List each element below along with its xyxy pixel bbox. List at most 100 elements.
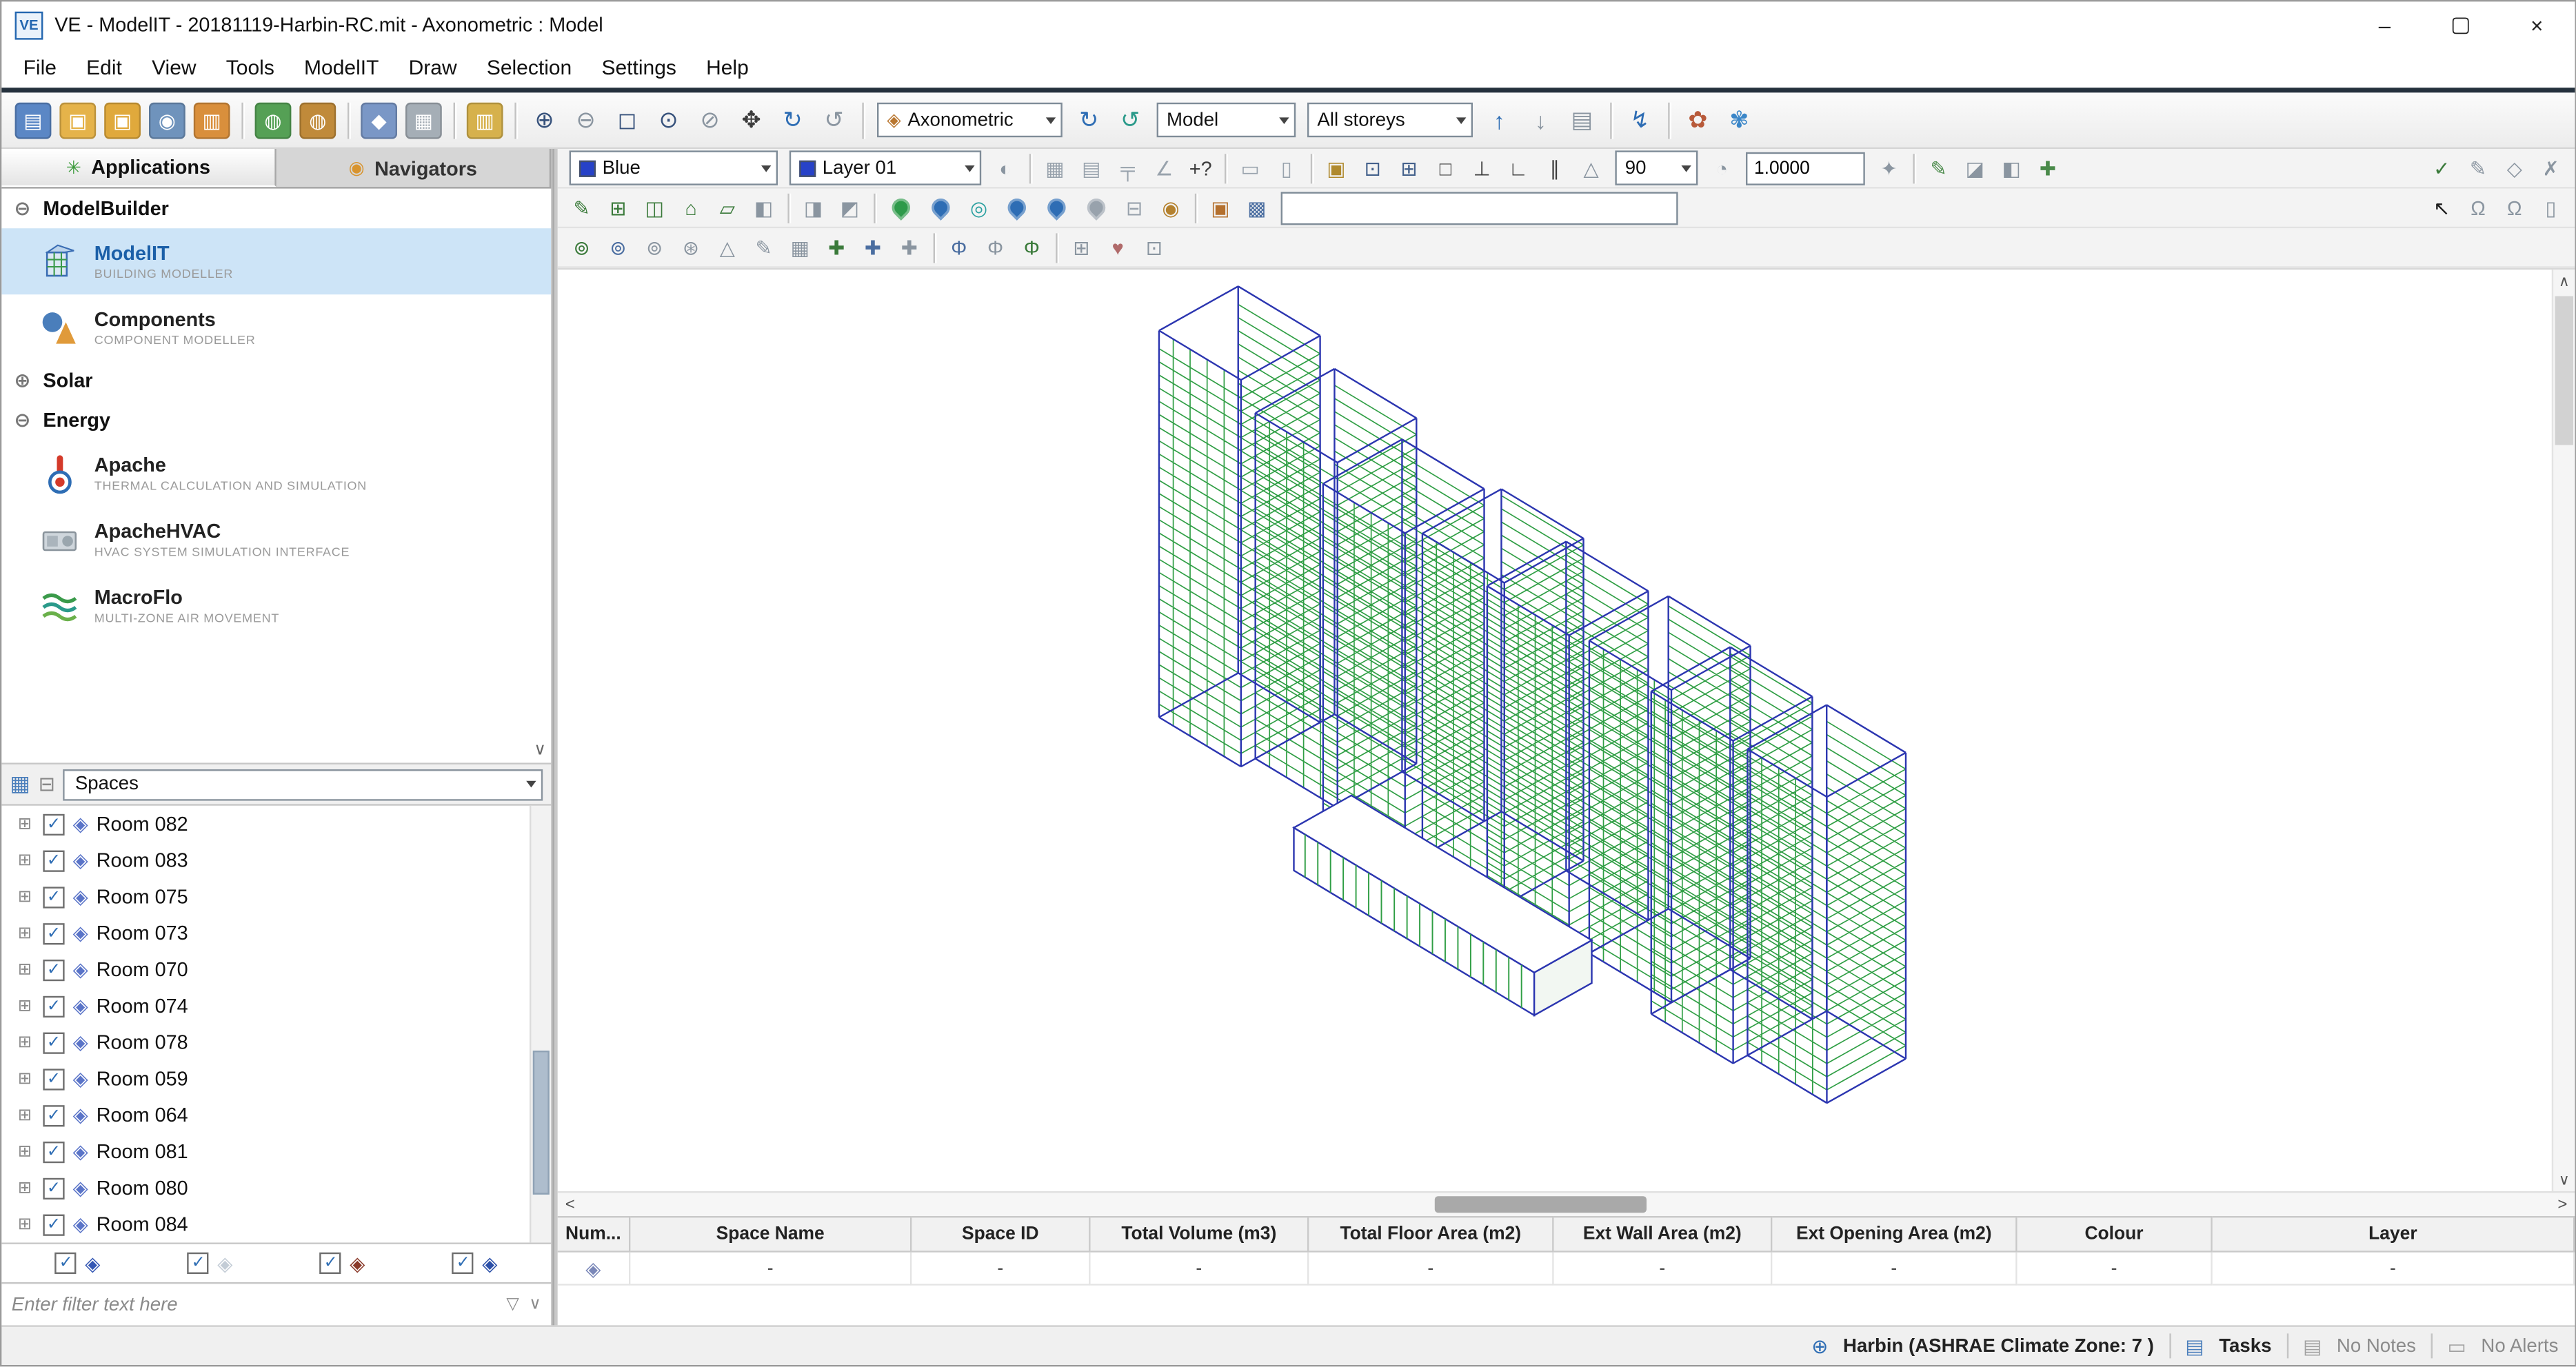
assign-zone-icon[interactable]: ⊚ — [601, 231, 635, 264]
construction-lines-icon[interactable]: ◇ — [2497, 152, 2532, 185]
minimize-button[interactable]: – — [2346, 1, 2422, 48]
summary-icon[interactable]: ⊞ — [1064, 231, 1098, 264]
expand-icon[interactable]: ⊞ — [15, 1033, 35, 1051]
pin-number-icon[interactable]: ◎ — [961, 191, 996, 224]
place-pin-blue[interactable] — [928, 195, 954, 221]
save-model-icon[interactable]: ◉ — [149, 102, 185, 139]
room-checkbox[interactable]: ✓ — [43, 922, 64, 944]
stamp-b-icon[interactable]: ▩ — [1240, 191, 1274, 224]
web-resources-icon[interactable]: ◍ — [299, 102, 336, 139]
draw-prism-icon[interactable]: ⊞ — [601, 191, 635, 224]
room-row[interactable]: ⊞✓◈Room 082 — [1, 806, 551, 842]
notes-status[interactable]: No Notes — [2337, 1336, 2416, 1356]
menu-settings[interactable]: Settings — [587, 48, 692, 88]
annotate-icon[interactable]: ✎ — [746, 231, 781, 264]
space-info-icon[interactable]: ⊛ — [674, 231, 708, 264]
draw-roof-icon[interactable]: ⌂ — [674, 191, 708, 224]
remove-pin-gray[interactable] — [1083, 195, 1109, 221]
model-canvas[interactable]: ∧ ∨ — [558, 268, 2575, 1191]
table-row[interactable]: ◈ - - - - - - - - — [558, 1253, 2575, 1286]
archive-icon[interactable]: ▥ — [467, 102, 503, 139]
app-apache[interactable]: Apache THERMAL CALCULATION AND SIMULATIO… — [1, 440, 551, 506]
model-viewport[interactable] — [558, 270, 2575, 1191]
filter-input[interactable] — [12, 1295, 496, 1315]
category-checkbox[interactable]: ✓ — [188, 1253, 209, 1274]
delete-icon[interactable]: ▯ — [2533, 191, 2568, 224]
lasso-icon[interactable]: Ω — [2461, 191, 2495, 224]
draw-extrude-icon[interactable]: ✎ — [564, 191, 598, 224]
group-solar[interactable]: ⊕ Solar — [1, 361, 551, 401]
zoom-in-icon[interactable]: ⊕ — [525, 100, 565, 140]
room-checkbox[interactable]: ✓ — [43, 886, 64, 907]
room-row[interactable]: ⊞✓◈Room 070 — [1, 951, 551, 988]
split-spaces-icon[interactable]: ◩ — [832, 191, 867, 224]
room-row[interactable]: ⊞✓◈Room 064 — [1, 1097, 551, 1133]
canvas-vertical-scrollbar[interactable]: ∧ ∨ — [2552, 270, 2575, 1191]
room-checkbox[interactable]: ✓ — [43, 1031, 64, 1053]
rotate-angle-icon[interactable]: ◔ — [1704, 152, 1739, 185]
export-view-icon[interactable]: ⊡ — [1137, 231, 1171, 264]
box-select-icon[interactable]: ⊞ — [1391, 152, 1426, 185]
add-node-icon[interactable]: ✚ — [2031, 152, 2065, 185]
import-model-icon[interactable]: ▥ — [194, 102, 230, 139]
canvas-horizontal-scrollbar[interactable]: < > — [558, 1191, 2575, 1216]
category-checkbox[interactable]: ✓ — [55, 1253, 77, 1274]
ruler-icon[interactable]: ╤ — [1110, 152, 1145, 185]
category-shades[interactable]: ✓◈ — [188, 1252, 232, 1275]
room-row[interactable]: ⊞✓◈Room 083 — [1, 842, 551, 879]
room-row[interactable]: ⊞✓◈Room 075 — [1, 878, 551, 915]
collapse-icon[interactable]: ⊖ — [12, 409, 33, 432]
open-copy-icon[interactable]: ▣ — [104, 102, 141, 139]
zoom-out-icon[interactable]: ⊖ — [566, 100, 606, 140]
room-checkbox[interactable]: ✓ — [43, 813, 64, 835]
menu-help[interactable]: Help — [691, 48, 763, 88]
edit-pencil-icon[interactable]: ✎ — [1921, 152, 1955, 185]
convert-a-icon[interactable]: Φ — [942, 231, 976, 264]
col-ext-wall-area[interactable]: Ext Wall Area (m2) — [1554, 1216, 1773, 1253]
category-checkbox[interactable]: ✓ — [320, 1253, 341, 1274]
app-modelit[interactable]: ModelIT BUILDING MODELLER — [1, 228, 551, 294]
col-layer[interactable]: Layer — [2213, 1216, 2575, 1253]
grid-snap-icon[interactable]: ▤ — [1074, 152, 1109, 185]
select-mode-icon[interactable]: ⊡ — [1356, 152, 1390, 185]
parallel-icon[interactable]: ∥ — [1538, 152, 1572, 185]
col-total-volume[interactable]: Total Volume (m3) — [1091, 1216, 1309, 1253]
angle-measure-icon[interactable]: ∠ — [1147, 152, 1181, 185]
room-row[interactable]: ⊞✓◈Room 081 — [1, 1133, 551, 1170]
draw-partition-icon[interactable]: ◫ — [637, 191, 672, 224]
assign-group-icon[interactable]: ⊚ — [637, 231, 672, 264]
copy-pin-blue[interactable] — [1044, 195, 1069, 221]
expand-icon[interactable]: ⊞ — [15, 1106, 35, 1124]
room-checkbox[interactable]: ✓ — [43, 959, 64, 980]
expand-icon[interactable]: ⊕ — [12, 369, 33, 392]
menu-modelit[interactable]: ModelIT — [289, 48, 394, 88]
merge-spaces-icon[interactable]: ◨ — [796, 191, 830, 224]
app-macroflo[interactable]: MacroFlo MULTI-ZONE AIR MOVEMENT — [1, 572, 551, 638]
scroll-right-icon[interactable]: > — [2550, 1193, 2575, 1216]
room-row[interactable]: ⊞✓◈Room 059 — [1, 1060, 551, 1097]
angle-select[interactable]: 90 — [1615, 150, 1698, 185]
favourite-icon[interactable]: ♥ — [1100, 231, 1135, 264]
room-row[interactable]: ⊞✓◈Room 078 — [1, 1024, 551, 1061]
expand-icon[interactable]: ⊞ — [15, 1179, 35, 1197]
pin-target-icon[interactable]: ◉ — [1154, 191, 1188, 224]
tree-view-icon[interactable]: ⊟ — [39, 773, 55, 796]
app-apachehvac[interactable]: ApacheHVAC HVAC SYSTEM SIMULATION INTERF… — [1, 506, 551, 572]
expand-icon[interactable]: ⊞ — [15, 1070, 35, 1088]
scale-input[interactable] — [1746, 152, 1865, 185]
maximize-button[interactable]: ▢ — [2423, 1, 2499, 48]
area-tool-icon[interactable]: △ — [710, 231, 745, 264]
convert-b-icon[interactable]: Φ — [978, 231, 1012, 264]
room-checkbox[interactable]: ✓ — [43, 1068, 64, 1089]
query-dimension-icon[interactable]: +? — [1183, 152, 1218, 185]
place-pin-green[interactable] — [888, 195, 914, 221]
alerts-status[interactable]: No Alerts — [2481, 1336, 2558, 1356]
draw-rect-icon[interactable]: □ — [1428, 152, 1462, 185]
room-row[interactable]: ⊞✓◈Room 084 — [1, 1206, 551, 1243]
clear-guides-icon[interactable]: ✗ — [2533, 152, 2568, 185]
command-input[interactable] — [1281, 191, 1678, 224]
scroll-up-icon[interactable]: ∧ — [2553, 270, 2575, 293]
filter-funnel-icon[interactable]: ▽ — [506, 1295, 519, 1313]
rotate-model-left-icon[interactable]: ↻ — [1069, 100, 1109, 140]
category-checkbox[interactable]: ✓ — [452, 1253, 474, 1274]
